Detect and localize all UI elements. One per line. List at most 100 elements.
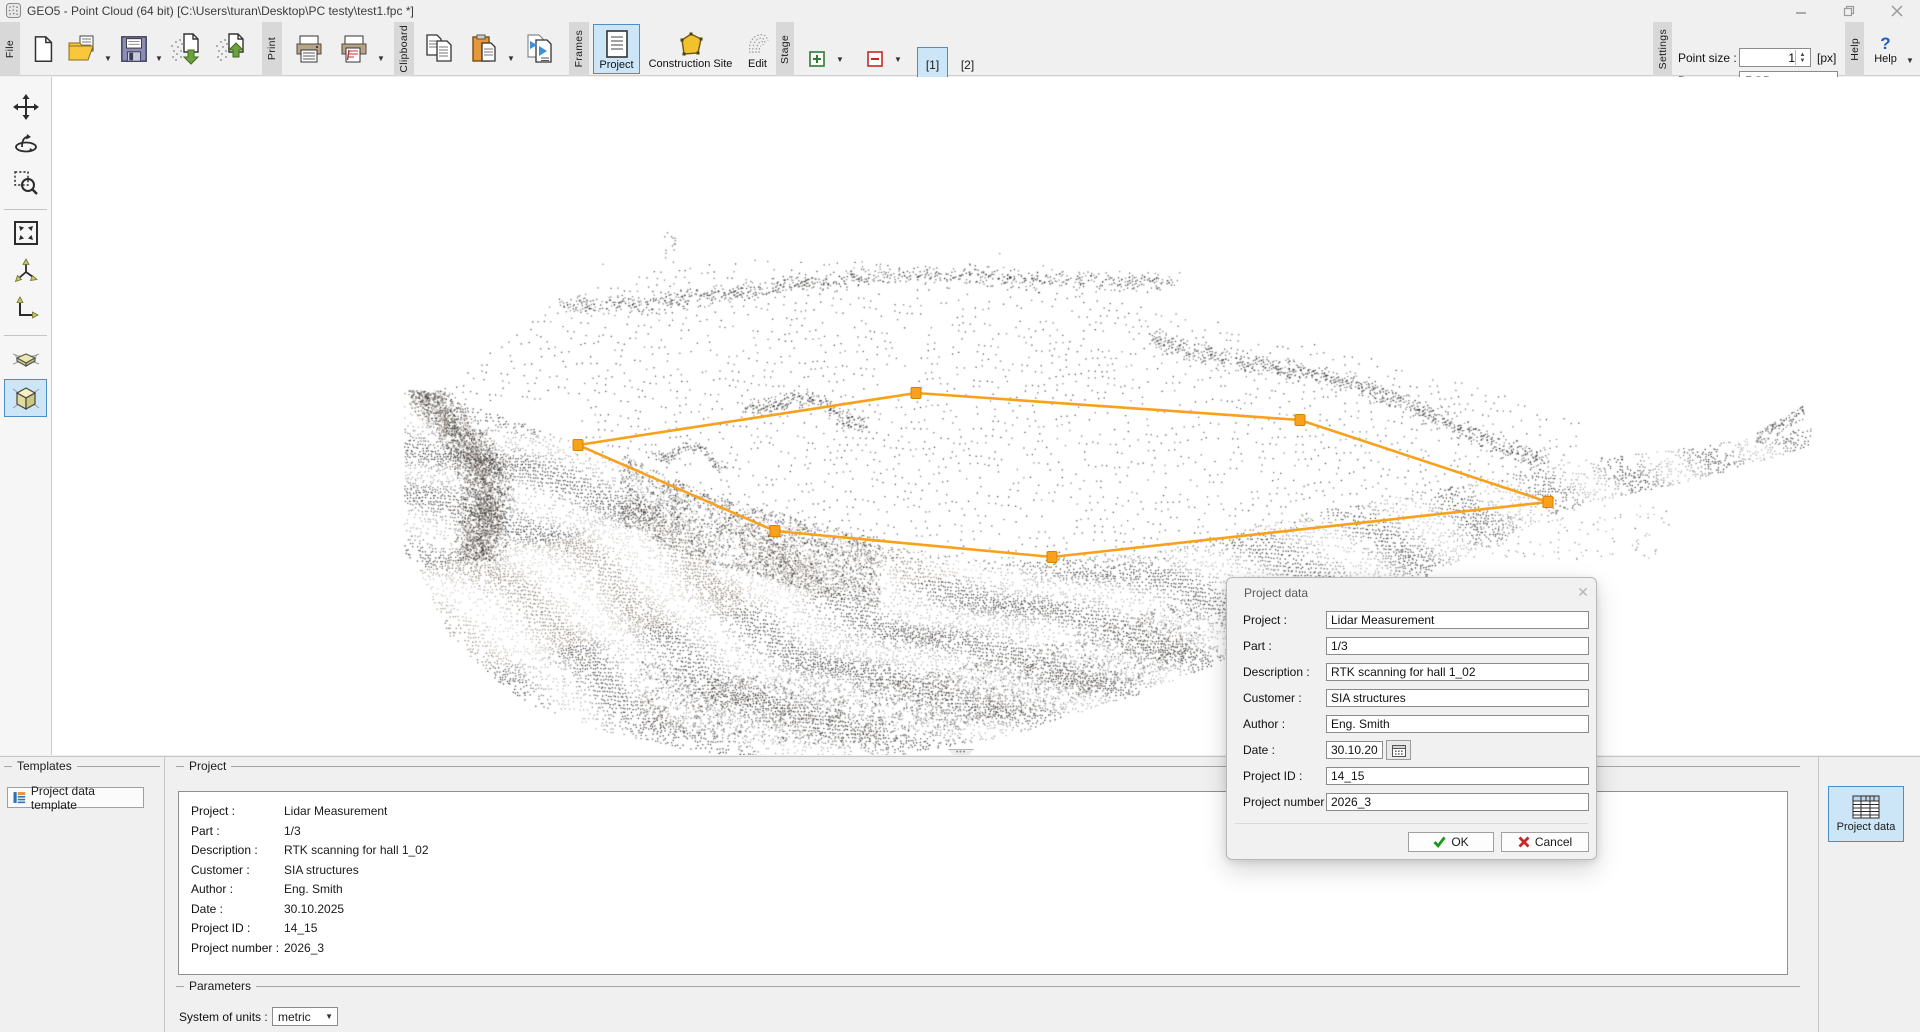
paste-button[interactable] xyxy=(464,24,506,74)
import-point-cloud-button[interactable] xyxy=(164,24,206,74)
field-input[interactable] xyxy=(1326,637,1589,655)
frame-project-button[interactable]: Project xyxy=(593,24,640,74)
window-title: GEO5 - Point Cloud (64 bit) [C:\Users\tu… xyxy=(27,4,414,18)
section-frames[interactable]: Frames xyxy=(569,22,589,76)
calendar-icon xyxy=(1392,744,1406,757)
chevron-down-icon: ▼ xyxy=(325,1012,333,1021)
point-size-input-wrap: ▲▼ xyxy=(1739,48,1811,67)
paste-dropdown-caret[interactable]: ▼ xyxy=(507,54,515,63)
ok-button[interactable]: OK xyxy=(1408,832,1494,852)
field-label: Project number : xyxy=(1243,795,1331,809)
print-dropdown-caret[interactable]: ▼ xyxy=(377,54,385,63)
dialog-field-row: Project number : xyxy=(1227,793,1596,813)
project-summary-row: Description :RTK scanning for hall 1_02 xyxy=(191,841,429,861)
restore-button[interactable] xyxy=(1834,0,1864,22)
field-input[interactable] xyxy=(1326,611,1589,629)
export-point-cloud-button[interactable] xyxy=(209,24,251,74)
section-settings[interactable]: Settings xyxy=(1653,22,1672,76)
field-input[interactable] xyxy=(1326,689,1589,707)
point-size-input[interactable] xyxy=(1740,49,1795,66)
print-icon xyxy=(293,33,325,65)
close-icon[interactable] xyxy=(1882,0,1912,22)
fit-to-window-button[interactable] xyxy=(4,215,47,251)
pan-icon xyxy=(13,94,39,120)
model-viewport[interactable]: ••• xyxy=(52,77,1920,755)
summary-label: Project number : xyxy=(191,939,284,959)
axonometric-view-icon xyxy=(12,384,40,412)
copy-picture-icon xyxy=(524,33,558,65)
perspective-view-button[interactable] xyxy=(4,341,47,377)
print-preview-button[interactable] xyxy=(333,24,375,74)
field-input[interactable] xyxy=(1326,767,1589,785)
dialog-field-row: Part : xyxy=(1227,637,1596,657)
print-button[interactable] xyxy=(288,24,330,74)
section-print[interactable]: Print xyxy=(262,22,282,76)
help-dropdown-caret[interactable]: ▼ xyxy=(1906,56,1914,65)
project-summary-row: Author :Eng. Smith xyxy=(191,880,429,900)
bottom-panel: Templates Project data template Project … xyxy=(0,756,1920,1032)
field-label: Project ID : xyxy=(1243,769,1302,783)
open-dropdown-caret[interactable]: ▼ xyxy=(104,54,112,63)
save-icon xyxy=(119,34,149,64)
project-legend: Project xyxy=(184,759,231,773)
dialog-close-icon[interactable]: ✕ xyxy=(1574,583,1592,601)
units-label: System of units : xyxy=(179,1010,268,1024)
add-stage-icon xyxy=(809,51,825,67)
summary-value: 1/3 xyxy=(284,824,301,838)
point-size-label: Point size : xyxy=(1678,51,1737,65)
add-stage-button[interactable] xyxy=(806,49,828,69)
summary-value: 30.10.2025 xyxy=(284,902,344,916)
project-data-template-button[interactable]: Project data template xyxy=(7,787,144,808)
rotate-tool-button[interactable] xyxy=(4,127,47,163)
summary-label: Project ID : xyxy=(191,919,284,939)
summary-value: 14_15 xyxy=(284,921,317,935)
perspective-view-icon xyxy=(12,346,40,372)
save-button[interactable] xyxy=(114,24,154,74)
zoom-window-tool-button[interactable] xyxy=(4,165,47,201)
cancel-button[interactable]: Cancel xyxy=(1501,832,1589,852)
title-bar: GEO5 - Point Cloud (64 bit) [C:\Users\tu… xyxy=(0,0,1920,22)
main-toolbar: File ▼ ▼ Print ▼ Clipboard xyxy=(0,22,1920,76)
new-file-button[interactable] xyxy=(24,24,62,74)
field-label: Description : xyxy=(1243,665,1310,679)
help-button[interactable]: ? Help xyxy=(1867,24,1904,74)
summary-value: RTK scanning for hall 1_02 xyxy=(284,843,429,857)
save-dropdown-caret[interactable]: ▼ xyxy=(155,54,163,63)
axonometric-view-button[interactable] xyxy=(4,379,47,417)
export-point-cloud-icon xyxy=(212,32,248,66)
field-input[interactable] xyxy=(1326,663,1589,681)
project-data-mode-button[interactable]: Project data xyxy=(1828,786,1904,842)
templates-legend: Templates xyxy=(12,759,77,773)
copy-button[interactable] xyxy=(418,24,462,74)
point-size-unit: [px] xyxy=(1817,51,1836,65)
point-size-stepper[interactable]: ▲▼ xyxy=(1795,50,1809,65)
axes-2d-icon xyxy=(13,296,39,322)
calendar-button[interactable] xyxy=(1386,740,1411,760)
summary-label: Project : xyxy=(191,802,284,822)
copy-picture-button[interactable] xyxy=(518,24,564,74)
project-summary-row: Project ID :14_15 xyxy=(191,919,429,939)
field-input[interactable] xyxy=(1326,715,1589,733)
section-file[interactable]: File xyxy=(0,22,20,76)
field-input[interactable] xyxy=(1326,793,1589,811)
pan-tool-button[interactable] xyxy=(4,89,47,125)
open-file-button[interactable] xyxy=(63,24,103,74)
view-2d-axes-button[interactable] xyxy=(4,291,47,327)
remove-stage-button[interactable] xyxy=(864,49,886,69)
copy-icon xyxy=(423,33,457,65)
section-stage[interactable]: Stage xyxy=(776,22,794,76)
cancel-x-icon xyxy=(1518,836,1530,848)
help-icon: ? xyxy=(1880,35,1890,52)
minimize-button[interactable] xyxy=(1786,0,1816,22)
section-help[interactable]: Help xyxy=(1845,22,1864,76)
frame-construction-site-button[interactable]: Construction Site xyxy=(642,24,739,74)
view-toolbar xyxy=(0,77,52,755)
remove-stage-caret[interactable]: ▼ xyxy=(894,55,902,64)
add-stage-caret[interactable]: ▼ xyxy=(836,55,844,64)
project-data-table-icon xyxy=(1852,795,1880,819)
field-input[interactable] xyxy=(1326,741,1383,759)
view-3d-axes-button[interactable] xyxy=(4,253,47,289)
frame-edit-button[interactable]: Edit xyxy=(741,24,774,74)
section-clipboard[interactable]: Clipboard xyxy=(394,22,414,76)
units-select[interactable]: metric▼ xyxy=(272,1007,338,1026)
